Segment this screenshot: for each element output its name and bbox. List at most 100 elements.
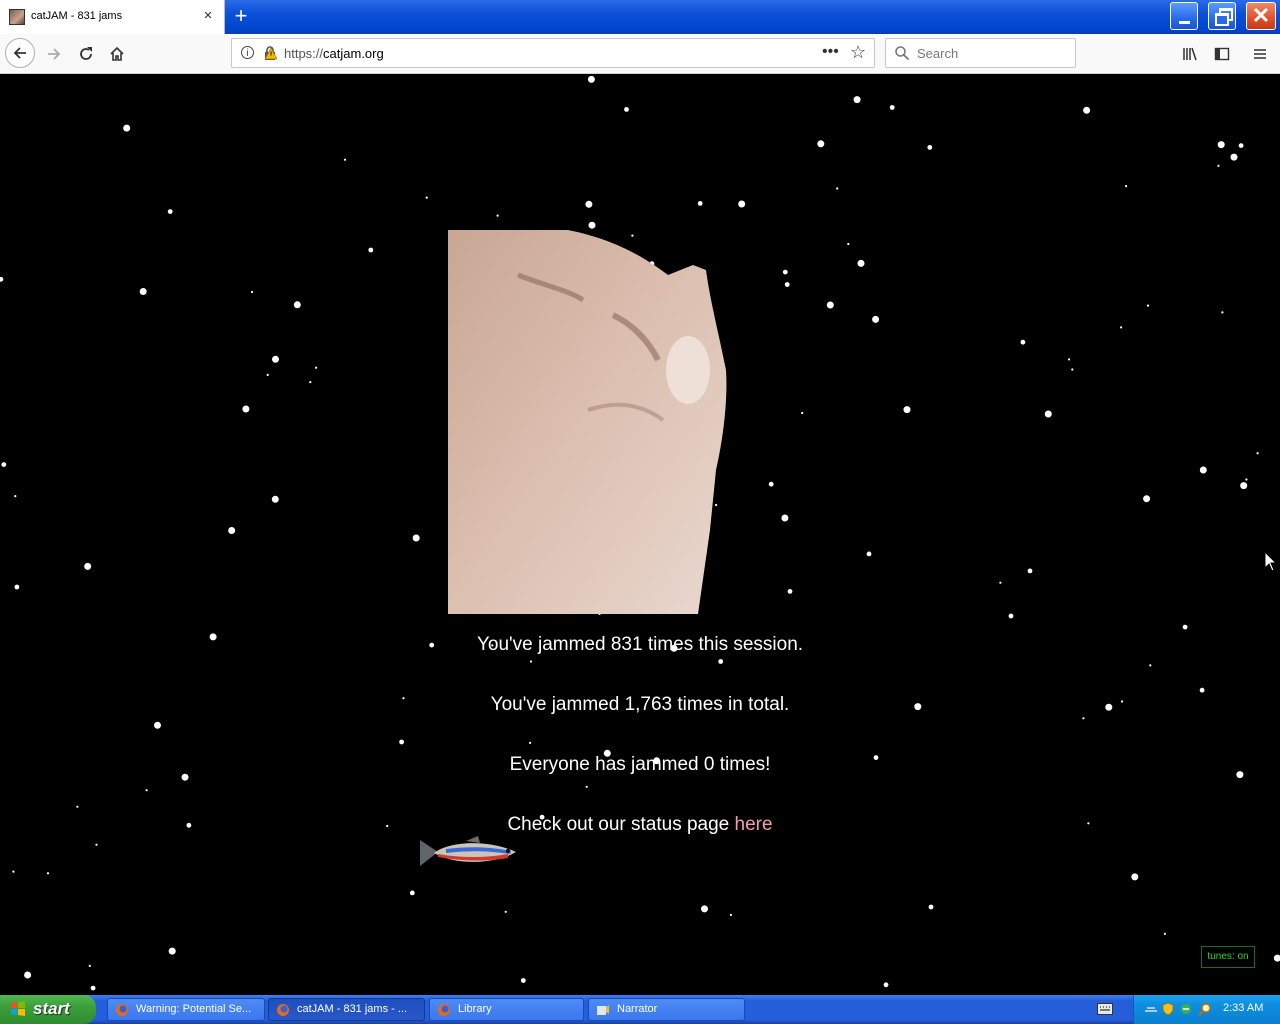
star [315,366,318,369]
windows-flag-icon [11,1001,25,1016]
star [266,373,269,376]
star [781,514,789,522]
star [95,843,98,846]
star [999,581,1002,584]
reload-icon [80,47,92,60]
star [293,301,301,309]
insecure-lock-icon[interactable] [262,45,278,61]
total-suffix: times in total. [672,694,790,715]
star [784,282,790,287]
star [1143,495,1151,503]
star [585,200,593,208]
star [272,355,279,363]
star [251,290,254,294]
star [1146,304,1150,307]
sidebar-icon [1214,47,1230,61]
star [343,158,347,161]
new-tab-button[interactable]: + [230,5,252,27]
forward-button[interactable] [40,40,68,68]
session-jams-text: You've jammed 831 times this session. [0,634,1280,656]
star [787,589,793,594]
library-button[interactable] [1176,40,1204,68]
star [1,462,7,467]
page-actions-button[interactable]: ••• [822,43,839,61]
star [1245,478,1248,481]
mouse-cursor-icon [1264,551,1278,572]
star [412,534,420,542]
bookmark-star-icon[interactable]: ☆ [850,42,866,63]
star [529,741,532,745]
star [242,405,250,413]
search-placeholder: Search [917,46,959,61]
taskbar-item-library[interactable]: Library [429,998,584,1021]
catjam-image [448,230,727,614]
star [836,187,839,190]
title-bar: catJAM - 831 jams × + ✕ [0,0,1280,34]
reload-button[interactable] [72,40,100,68]
star [271,495,279,503]
taskbar-item-catjam[interactable]: catJAM - 831 jams - ... [268,998,425,1021]
star [782,269,788,275]
star [84,562,92,570]
home-button[interactable] [103,40,131,68]
catjam-favicon-icon [9,9,25,25]
search-bar[interactable]: Search [885,38,1076,68]
network-icon[interactable] [1144,1002,1158,1016]
star [90,985,96,991]
status-page-link[interactable]: here [735,814,773,835]
star [1221,311,1224,314]
taskbar-item-warning[interactable]: Warning: Potential Se... [107,998,265,1021]
sidebar-button[interactable] [1208,40,1236,68]
star [504,910,507,913]
star [46,872,50,875]
taskbar-item-label: Warning: Potential Se... [136,1003,252,1015]
star [847,242,850,246]
star [1008,613,1014,619]
start-button[interactable]: start [0,995,96,1024]
back-button[interactable] [5,38,35,68]
security-shield-icon[interactable] [1161,1002,1175,1016]
star [1027,568,1033,574]
star [585,785,588,788]
star [853,96,861,104]
session-count: 831 [610,634,643,655]
star [1238,143,1244,148]
restore-button[interactable] [1208,2,1236,30]
tab-catjam[interactable]: catJAM - 831 jams × [0,0,225,34]
star [1217,141,1225,149]
close-window-button[interactable]: ✕ [1246,2,1276,30]
magnifier-icon[interactable] [1198,1002,1212,1016]
star [817,140,825,148]
firefox-icon [438,1004,450,1016]
star [368,247,374,253]
star [738,200,746,208]
info-icon[interactable]: i [241,46,254,59]
star [1217,164,1220,167]
star [866,551,872,557]
taskbar-item-label: Narrator [617,1003,658,1015]
hamburger-icon [1254,49,1266,59]
close-tab-icon[interactable]: × [199,6,217,26]
star [801,411,804,415]
star [76,805,79,808]
star [0,276,4,282]
connection-icon[interactable] [1179,1002,1193,1016]
neon-tetra-fish-icon [420,836,516,866]
star [903,406,911,414]
taskbar: start Warning: Potential Se... catJAM - … [0,995,1280,1024]
star [1020,339,1026,345]
star [1068,358,1071,361]
menu-button[interactable] [1246,40,1274,68]
url-bar[interactable]: i https://catjam.org ••• ☆ [231,38,875,68]
star [588,221,596,229]
star [14,495,17,498]
search-icon [895,46,910,61]
keyboard-icon[interactable] [1097,1003,1113,1015]
tunes-toggle[interactable]: tunes: on [1201,946,1255,968]
star [154,721,161,729]
url-text[interactable]: https://catjam.org [284,46,384,61]
taskbar-item-narrator[interactable]: Narrator [588,998,745,1021]
minimize-button[interactable] [1170,2,1198,30]
page-content: You've jammed 831 times this session. Yo… [0,74,1280,995]
star [718,659,724,664]
